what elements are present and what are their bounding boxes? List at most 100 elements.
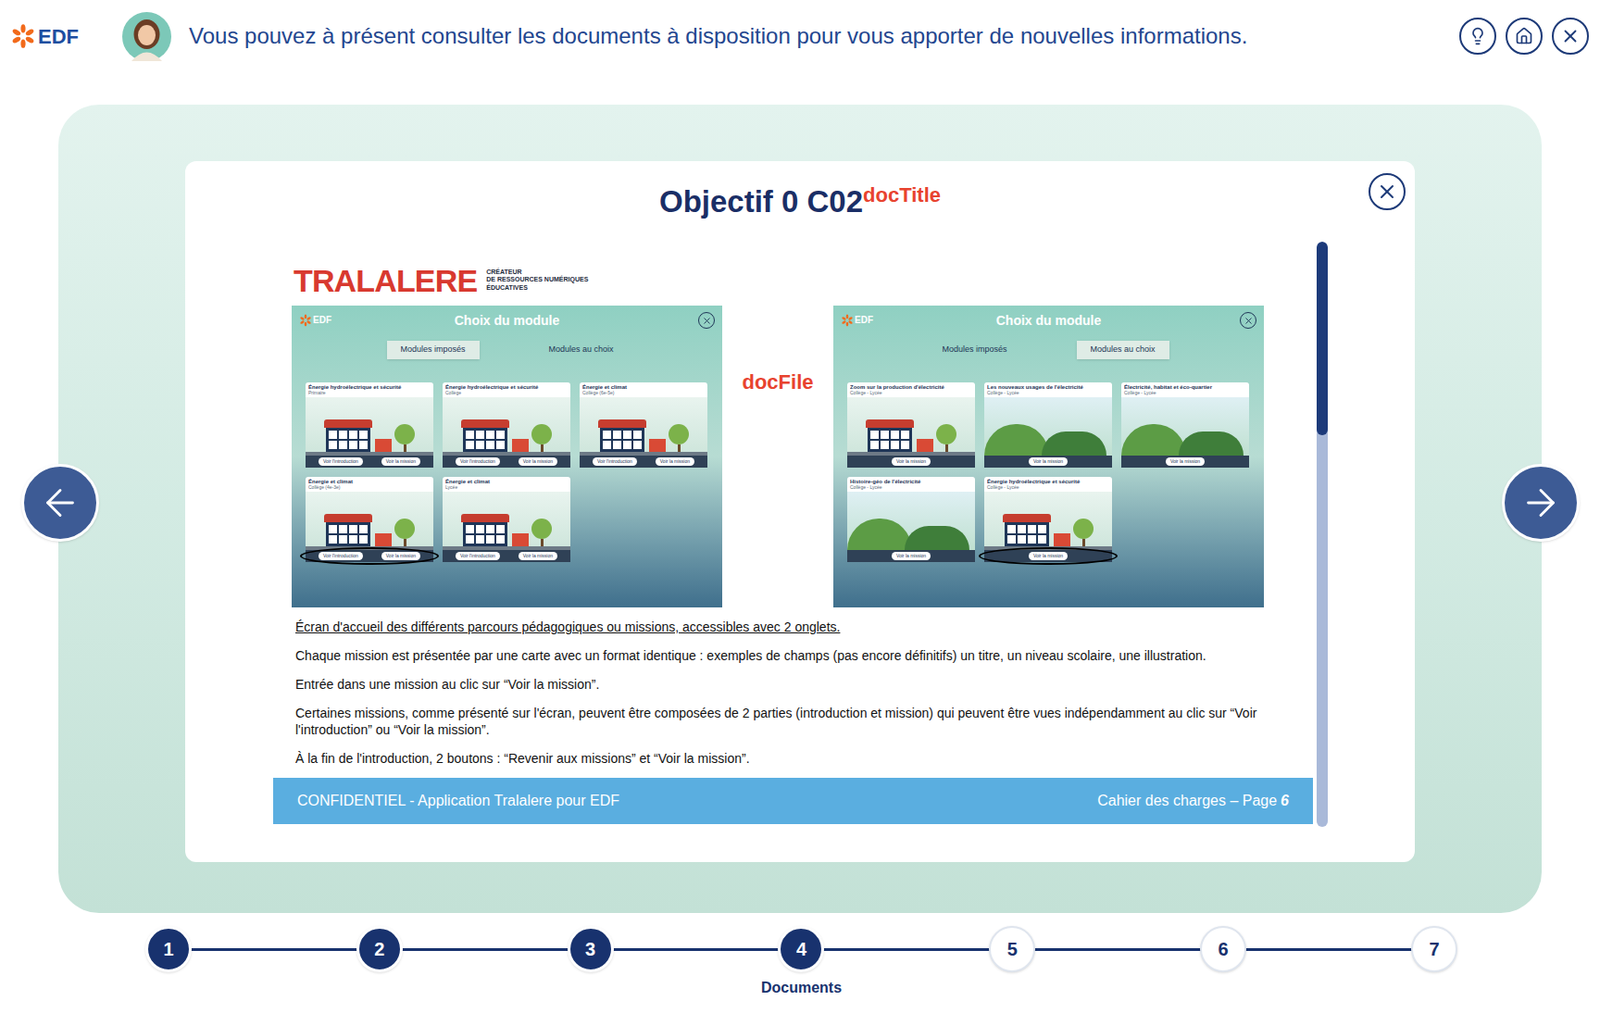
mission-card[interactable]: Les nouveaux usages de l'électricitéColl… <box>984 382 1113 468</box>
card-button[interactable]: Voir la mission <box>891 457 931 467</box>
modal-close-button[interactable] <box>1368 173 1406 211</box>
document-modal: Objectif 0 C02docTitle TRALALERECRÉATEURD… <box>185 161 1415 863</box>
card-title: Les nouveaux usages de l'électricité <box>987 384 1110 391</box>
card-title: Zoom sur la production d'électricité <box>850 384 973 391</box>
school-illustration <box>305 397 434 456</box>
step-circle[interactable]: 7 <box>1411 925 1458 973</box>
mission-card[interactable]: Énergie hydroélectrique et sécuritéCollè… <box>984 476 1113 563</box>
card-button[interactable]: Voir la mission <box>518 551 558 562</box>
card-level: Collège - Lycée <box>1124 390 1247 397</box>
mission-card[interactable]: Énergie hydroélectrique et sécuritéCollè… <box>442 382 571 468</box>
close-icon[interactable] <box>1239 312 1257 329</box>
screen-tab[interactable]: Modules imposés <box>928 340 1022 360</box>
step-circle[interactable]: 6 <box>1200 925 1247 973</box>
card-button[interactable]: Voir la mission <box>1028 457 1068 467</box>
app: EDF Vous pouvez à présent consulter les d… <box>0 0 1600 1013</box>
step-circle[interactable]: 3 <box>567 925 614 973</box>
title-annotation: docTitle <box>862 179 941 211</box>
hint-button[interactable] <box>1459 17 1497 55</box>
previous-button[interactable] <box>21 463 100 542</box>
screen-logo: EDF <box>854 312 874 327</box>
edf-flower-icon <box>10 23 37 50</box>
landscape-illustration <box>847 491 975 550</box>
card-level: Primaire <box>308 390 431 397</box>
screen-logo: EDF <box>312 312 332 327</box>
card-title: Histoire-géo de l'électricité <box>850 478 973 486</box>
avatar-icon <box>122 12 172 62</box>
mission-card[interactable]: Énergie hydroélectrique et sécuritéPrima… <box>305 382 434 468</box>
card-level: Collège - Lycée <box>987 390 1110 397</box>
screen-tab[interactable]: Modules au choix <box>535 340 628 360</box>
close-icon <box>1560 25 1581 47</box>
screen-tab[interactable]: Modules imposés <box>387 340 480 360</box>
card-button[interactable]: Voir la mission <box>655 457 695 467</box>
file-annotation: docFile <box>741 366 813 398</box>
screen-title: Choix du module <box>454 311 561 331</box>
document-page: TRALALERECRÉATEURDE RESSOURCES NUMÉRIQUE… <box>273 241 1313 827</box>
scrollbar-thumb[interactable] <box>1316 241 1328 436</box>
card-button[interactable]: Voir la mission <box>1165 457 1205 467</box>
close-icon[interactable] <box>698 312 715 329</box>
card-title: Énergie hydroélectrique et sécurité <box>308 384 431 391</box>
card-button[interactable]: Voir l'introduction <box>455 551 500 562</box>
card-title: Énergie hydroélectrique et sécurité <box>445 384 568 391</box>
edf-logo: EDF <box>10 21 103 52</box>
caption: Écran d'accueil des différents parcours … <box>295 618 1258 636</box>
app-screenshot: EDF Choix du module Modules imposés Modules… <box>833 305 1264 608</box>
card-title: Énergie et climat <box>582 384 705 391</box>
next-button[interactable] <box>1501 463 1580 542</box>
mission-card[interactable]: Énergie et climatCollège (4e-3e)Voir l'i… <box>305 476 434 563</box>
school-illustration <box>442 491 571 550</box>
mission-card[interactable]: Histoire-géo de l'électricitéCollège - L… <box>847 476 975 563</box>
step-circle[interactable]: 1 <box>145 925 192 973</box>
screen-tab[interactable]: Modules au choix <box>1076 340 1170 360</box>
exit-button[interactable] <box>1551 17 1589 55</box>
mission-card[interactable]: Électricité, habitat et éco-quartierColl… <box>1121 382 1250 468</box>
mission-card[interactable]: Zoom sur la production d'électricitéColl… <box>847 382 975 468</box>
card-level: Collège - Lycée <box>850 390 973 397</box>
home-icon <box>1514 26 1534 46</box>
lightbulb-icon <box>1468 26 1488 46</box>
card-button[interactable]: Voir la mission <box>891 551 931 562</box>
school-illustration <box>579 397 708 456</box>
modal-title: Objectif 0 C02 <box>659 178 863 225</box>
card-level: Lycée <box>445 485 568 491</box>
edf-flower-icon <box>840 313 854 327</box>
card-button[interactable]: Voir la mission <box>381 457 421 467</box>
card-level: Collège (6e-5e) <box>582 390 705 397</box>
step-circle[interactable]: 2 <box>356 925 403 973</box>
card-button[interactable]: Voir l'introduction <box>455 457 500 467</box>
home-button[interactable] <box>1505 17 1543 55</box>
tralalere-logo: TRALALERECRÉATEURDE RESSOURCES NUMÉRIQUE… <box>273 241 1313 306</box>
school-illustration <box>305 491 434 550</box>
mission-card[interactable]: Énergie et climatLycéeVoir l'introductio… <box>442 476 571 563</box>
mission-card[interactable]: Énergie et climatCollège (6e-5e) Voir l'i… <box>579 382 708 468</box>
card-button[interactable]: Voir l'introduction <box>318 551 363 562</box>
screen-title: Choix du module <box>996 311 1102 331</box>
card-button[interactable]: Voir l'introduction <box>592 457 638 467</box>
step-circle[interactable]: 5 <box>988 925 1036 973</box>
close-icon <box>1375 180 1399 203</box>
card-level: Collège (4e-3e) <box>308 485 431 491</box>
card-title: Énergie hydroélectrique et sécurité <box>987 478 1110 486</box>
app-screenshot: EDF Choix du module Modules imposés Modules… <box>291 305 723 608</box>
step-circle[interactable]: 4 <box>777 925 825 973</box>
document-footer: CONFIDENTIEL - Application Tralalere pou… <box>273 777 1313 825</box>
annotation-ellipse <box>300 547 439 566</box>
paragraph: Entrée dans une mission au clic sur “Voi… <box>295 675 1258 693</box>
annotation-ellipse <box>978 547 1118 566</box>
arrow-left-icon <box>38 481 82 525</box>
landscape-illustration <box>984 397 1113 456</box>
card-button[interactable]: Voir la mission <box>381 551 421 562</box>
landscape-illustration <box>1121 397 1250 456</box>
arrow-right-icon <box>1519 481 1563 525</box>
instruction-message: Vous pouvez à présent consulter les docu… <box>188 19 1452 53</box>
card-button[interactable]: Voir la mission <box>518 457 558 467</box>
paragraph: À la fin de l'introduction, 2 boutons : … <box>295 750 1258 767</box>
school-illustration <box>984 491 1113 550</box>
paragraph: Chaque mission est présentée par une car… <box>295 647 1258 664</box>
scrollbar[interactable] <box>1316 241 1328 827</box>
card-button[interactable]: Voir l'introduction <box>318 457 363 467</box>
card-button[interactable]: Voir la mission <box>1028 551 1068 562</box>
school-illustration <box>847 397 975 456</box>
